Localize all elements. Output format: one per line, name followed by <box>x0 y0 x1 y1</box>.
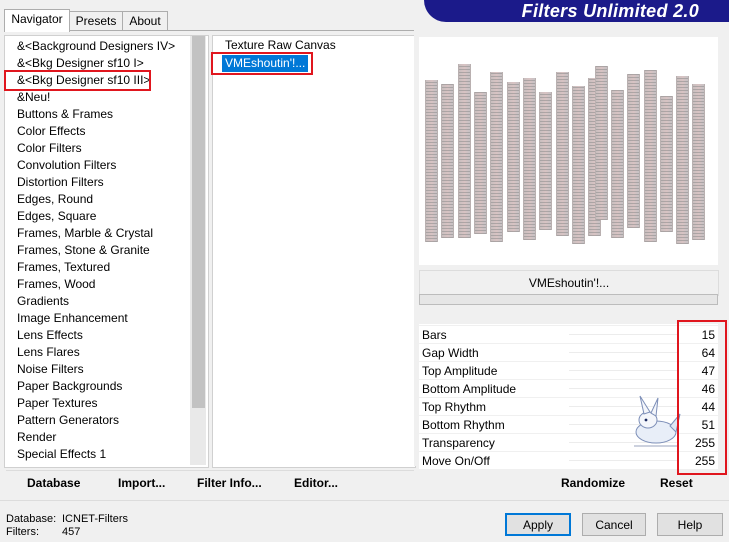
category-item[interactable]: Convolution Filters <box>17 157 116 174</box>
import-button[interactable]: Import... <box>118 476 165 490</box>
preview-bar <box>425 80 438 242</box>
category-item[interactable]: Color Filters <box>17 140 82 157</box>
parameter-label: Bottom Rhythm <box>422 418 505 432</box>
preview-bar <box>441 84 454 238</box>
category-item[interactable]: Frames, Marble & Crystal <box>17 225 153 242</box>
parameter-row[interactable]: Bars 15 <box>419 325 718 344</box>
preview-bar <box>611 90 624 238</box>
banner-title: Filters Unlimited 2.0 <box>521 1 699 21</box>
footer-divider <box>0 500 729 501</box>
parameter-slider[interactable] <box>569 352 678 353</box>
category-item[interactable]: Distortion Filters <box>17 174 104 191</box>
parameter-slider[interactable] <box>569 334 678 335</box>
preview-bar <box>490 72 503 242</box>
category-item[interactable]: Special Effects 1 <box>17 446 106 463</box>
cancel-button[interactable]: Cancel <box>582 513 646 536</box>
preview-bar <box>644 70 657 242</box>
current-filter-name: VMEshoutin'!... <box>419 270 719 296</box>
parameter-label: Transparency <box>422 436 495 450</box>
mascot-image <box>634 395 681 447</box>
parameter-label: Top Amplitude <box>422 364 498 378</box>
parameter-slider[interactable] <box>569 460 678 461</box>
preview-bar <box>676 76 689 244</box>
category-item[interactable]: Edges, Round <box>17 191 93 208</box>
category-item[interactable]: Paper Backgrounds <box>17 378 122 395</box>
preview-bar <box>458 64 471 238</box>
parameter-row[interactable]: Top Amplitude 47 <box>419 361 718 380</box>
category-item[interactable]: &Neu! <box>17 89 50 106</box>
parameter-slider[interactable] <box>569 370 678 371</box>
preview-bar <box>556 72 569 236</box>
parameter-row[interactable]: Move On/Off 255 <box>419 451 718 470</box>
preview-bar <box>660 96 673 232</box>
help-button[interactable]: Help <box>657 513 723 536</box>
reset-button[interactable]: Reset <box>660 476 693 490</box>
highlight-parameter-values <box>677 320 727 475</box>
highlight-selected-category <box>4 70 151 91</box>
database-button[interactable]: Database <box>27 476 80 490</box>
category-item[interactable]: Gradients <box>17 293 69 310</box>
preview-bar <box>507 82 520 232</box>
filters-count-value: 457 <box>62 526 81 538</box>
tab-about[interactable]: About <box>122 11 168 31</box>
database-label: Database: <box>6 513 57 525</box>
parameter-label: Move On/Off <box>422 454 490 468</box>
preview-bar <box>595 66 608 220</box>
category-item[interactable]: Paper Textures <box>17 395 98 412</box>
title-banner: Filters Unlimited 2.0 <box>424 0 729 22</box>
apply-button[interactable]: Apply <box>505 513 571 536</box>
category-item[interactable]: Color Effects <box>17 123 85 140</box>
parameter-label: Top Rhythm <box>422 400 487 414</box>
preview-bar <box>474 92 487 234</box>
tab-presets[interactable]: Presets <box>68 11 124 31</box>
category-item[interactable]: &<Background Designers IV> <box>17 38 175 55</box>
category-item[interactable]: Frames, Stone & Granite <box>17 242 150 259</box>
category-item[interactable]: Buttons & Frames <box>17 106 113 123</box>
parameter-label: Bottom Amplitude <box>422 382 517 396</box>
preview-bar <box>692 84 705 240</box>
category-item[interactable]: Lens Flares <box>17 344 80 361</box>
preview-bar <box>539 92 552 230</box>
category-item[interactable]: Edges, Square <box>17 208 96 225</box>
randomize-button[interactable]: Randomize <box>561 476 625 490</box>
preview-bar <box>523 78 536 240</box>
category-item[interactable]: Frames, Textured <box>17 259 110 276</box>
tab-navigator[interactable]: Navigator <box>4 9 70 32</box>
category-item[interactable]: Noise Filters <box>17 361 84 378</box>
highlight-selected-filter <box>211 52 313 75</box>
category-item[interactable]: Render <box>17 429 56 446</box>
editor-button[interactable]: Editor... <box>294 476 338 490</box>
filter-list[interactable] <box>212 35 416 468</box>
parameter-label: Gap Width <box>422 346 479 360</box>
parameter-label: Bars <box>422 328 447 342</box>
filters-count-label: Filters: <box>6 526 39 538</box>
database-value: ICNET-Filters <box>62 513 128 525</box>
parameter-row[interactable]: Gap Width 64 <box>419 343 718 362</box>
filter-info-button[interactable]: Filter Info... <box>197 476 262 490</box>
preview-bar <box>627 74 640 228</box>
category-item[interactable]: Image Enhancement <box>17 310 128 327</box>
category-item[interactable]: Frames, Wood <box>17 276 95 293</box>
preview-bar <box>572 86 585 244</box>
category-scrollbar-thumb[interactable] <box>192 36 205 408</box>
progress-bar <box>419 294 718 305</box>
category-item[interactable]: Pattern Generators <box>17 412 119 429</box>
category-item[interactable]: Lens Effects <box>17 327 83 344</box>
